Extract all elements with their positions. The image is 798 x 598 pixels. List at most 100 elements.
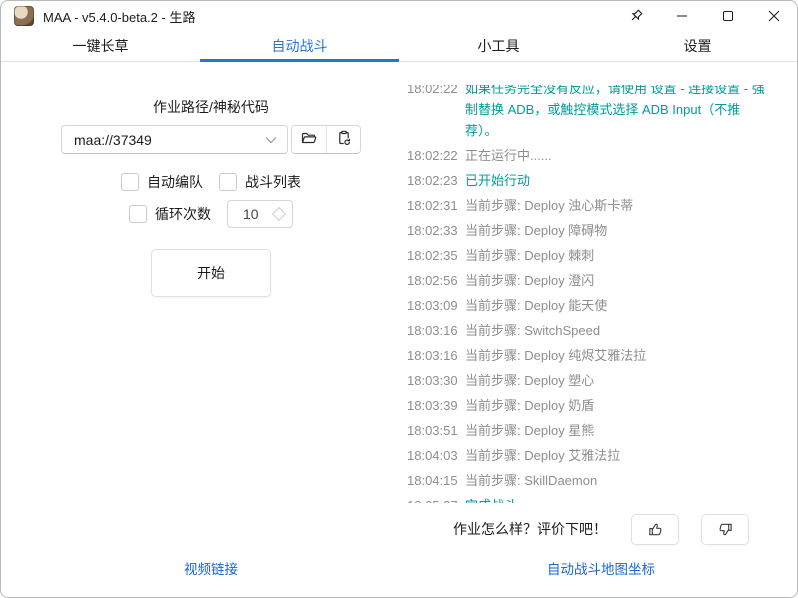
battle-map-coords-link[interactable]: 自动战斗地图坐标 [547,562,655,577]
job-path-label: 作业路径/神秘代码 [153,99,269,115]
log-list: 18:02:22 如果任务完全没有反应，请使用 设置 - 连接设置 - 强制替换… [407,85,797,503]
log-timestamp: 18:05:27 [407,495,458,503]
auto-formation-checkbox[interactable]: 自动编队 [121,172,203,192]
log-message: 当前步骤: Deploy 障碍物 [465,223,608,238]
log-message: 当前步骤: Deploy 艾雅法拉 [465,448,621,463]
log-entry: 18:02:35 当前步骤: Deploy 棘刺 [407,245,797,266]
folder-icon [300,129,318,150]
log-timestamp: 18:04:03 [407,448,458,463]
rating-prompt: 作业怎么样？评价下吧！ [453,521,607,537]
log-message: 完成战斗 [465,495,797,503]
log-message: 当前步骤: Deploy 能天使 [465,298,608,313]
log-timestamp: 18:03:39 [407,398,458,413]
job-code-row: maa://37349 [61,125,361,154]
log-message: 当前步骤: SwitchSpeed [465,323,601,338]
thumbs-down-button[interactable] [701,513,749,545]
maximize-icon [722,10,734,22]
minimize-button[interactable] [659,1,705,31]
log-entry: 18:03:16 当前步骤: Deploy 纯烬艾雅法拉 [407,345,797,366]
log-message: 正在运行中...... [465,148,552,163]
log-message: 当前步骤: Deploy 浊心斯卡蒂 [465,198,634,213]
log-entry: 18:02:31 当前步骤: Deploy 浊心斯卡蒂 [407,195,797,216]
log-timestamp: 18:02:33 [407,223,458,238]
loop-times-checkbox[interactable]: 循环次数 [129,204,211,224]
tab-label: 设置 [683,38,712,54]
tab-label: 一键长草 [72,38,129,54]
battle-log-panel[interactable]: 18:02:22 如果任务完全没有反应，请使用 设置 - 连接设置 - 强制替换… [403,85,797,503]
log-message: 已开始行动 [465,173,531,188]
job-file-buttons [291,125,361,154]
tab[interactable]: 小工具 [399,31,598,61]
log-timestamp: 18:03:16 [407,348,458,363]
checkbox-box [121,173,139,191]
close-icon [768,10,780,22]
job-code-combobox[interactable]: maa://37349 [61,125,288,154]
tab[interactable]: 设置 [598,31,797,61]
log-entry: 18:03:30 当前步骤: Deploy 塑心 [407,370,797,391]
log-message: 当前步骤: Deploy 棘刺 [465,248,595,263]
tab-label: 小工具 [477,38,520,54]
auto-formation-label: 自动编队 [147,174,203,190]
log-entry: 18:04:15 当前步骤: SkillDaemon [407,470,797,491]
checkbox-box [129,205,147,223]
number-spinner-icon [271,206,287,222]
close-button[interactable] [751,1,797,31]
pin-topmost-button[interactable] [613,1,659,31]
rating-row: 作业怎么样？评价下吧！ [403,513,797,545]
log-timestamp: 18:03:16 [407,323,458,338]
app-logo-icon [14,6,34,26]
options-row-2: 循环次数 10 [1,200,421,228]
log-timestamp: 18:03:51 [407,423,458,438]
caption-buttons [613,1,797,31]
log-timestamp: 18:02:22 [407,85,458,96]
log-entry: 18:02:22 正在运行中...... [407,145,797,166]
thumbs-up-icon [647,521,664,538]
log-entry: 18:05:27 完成战斗 [407,495,797,503]
log-entry: 18:02:56 当前步骤: Deploy 澄闪 [407,270,797,291]
job-code-value: maa://37349 [74,131,152,148]
clipboard-paste-icon [335,129,353,150]
log-entry: 18:03:39 当前步骤: Deploy 奶盾 [407,395,797,416]
log-entry: 18:02:23 已开始行动 [407,170,797,191]
thumbs-up-button[interactable] [631,513,679,545]
thumbs-down-icon [717,521,734,538]
tab-label: 自动战斗 [271,38,328,54]
log-timestamp: 18:02:35 [407,248,458,263]
start-button[interactable]: 开始 [151,249,271,297]
log-message: 当前步骤: Deploy 纯烬艾雅法拉 [465,348,647,363]
log-timestamp: 18:03:09 [407,298,458,313]
log-message: 当前步骤: Deploy 塑心 [465,373,595,388]
app-window: MAA - v5.4.0-beta.2 - 生路 一键长草 自动战斗 小工具 设… [0,0,798,598]
log-entry: 18:03:51 当前步骤: Deploy 星熊 [407,420,797,441]
log-timestamp: 18:02:31 [407,198,458,213]
chevron-down-icon [265,131,277,149]
checkbox-box [219,173,237,191]
video-link-row: 视频链接 [1,558,421,579]
loop-times-value: 10 [243,206,259,222]
log-entry: 18:03:16 当前步骤: SwitchSpeed [407,320,797,341]
map-link-row: 自动战斗地图坐标 [403,558,797,579]
tab[interactable]: 一键长草 [1,31,200,61]
log-message: 如果任务完全没有反应，请使用 设置 - 连接设置 - 强制替换 ADB，或触控模… [465,85,765,138]
window-title: MAA - v5.4.0-beta.2 - 生路 [43,9,196,25]
titlebar: MAA - v5.4.0-beta.2 - 生路 [1,1,797,31]
battle-list-checkbox[interactable]: 战斗列表 [219,172,301,192]
video-link[interactable]: 视频链接 [184,562,238,577]
main-tabbar: 一键长草 自动战斗 小工具 设置 [1,31,797,62]
log-timestamp: 18:02:22 [407,148,458,163]
loop-times-numberbox[interactable]: 10 [227,200,293,228]
log-timestamp: 18:02:56 [407,273,458,288]
log-message: 当前步骤: SkillDaemon [465,473,598,488]
log-timestamp: 18:04:15 [407,473,458,488]
log-entry: 18:02:22 如果任务完全没有反应，请使用 设置 - 连接设置 - 强制替换… [407,85,797,141]
battle-list-label: 战斗列表 [245,174,301,190]
maximize-button[interactable] [705,1,751,31]
paste-clipboard-button[interactable] [326,126,360,153]
minimize-icon [676,10,688,22]
loop-times-label: 循环次数 [155,206,211,222]
log-message: 当前步骤: Deploy 星熊 [465,423,595,438]
open-file-button[interactable] [292,126,326,153]
options-row-1: 自动编队 战斗列表 [1,172,421,192]
tab[interactable]: 自动战斗 [200,31,399,62]
log-entry: 18:03:09 当前步骤: Deploy 能天使 [407,295,797,316]
